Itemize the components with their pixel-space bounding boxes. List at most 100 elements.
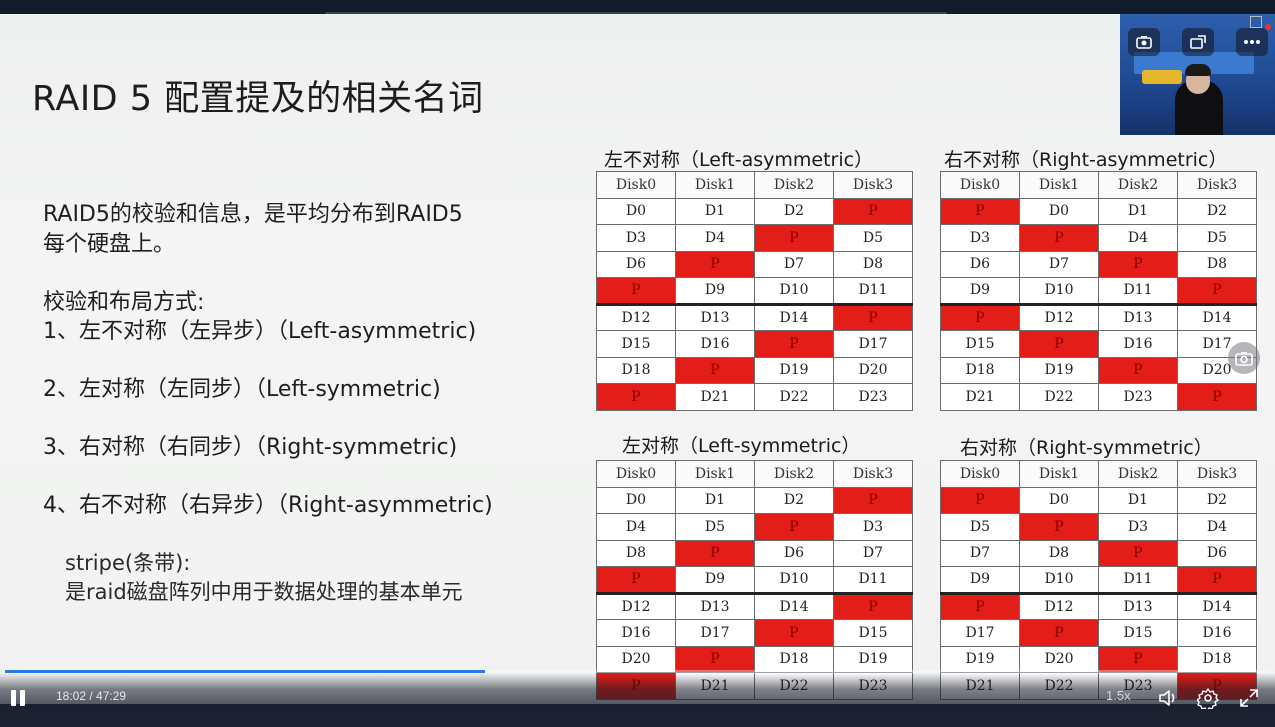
- stripe-description: 是raid磁盘阵列中用于数据处理的基本单元: [65, 580, 463, 604]
- disk-header: Disk0: [596, 460, 676, 488]
- disk-header: Disk2: [1098, 171, 1178, 199]
- data-block-cell: D14: [754, 302, 834, 331]
- disk-header: Disk2: [754, 171, 834, 199]
- data-block-cell: D11: [1098, 277, 1178, 305]
- raid-table-left-symmetric: Disk0 Disk1 Disk2 Disk3 D0 D1 D2 P D4 D5 P D3 D8 P D6 D…: [596, 460, 913, 700]
- data-block-cell: D16: [1098, 330, 1178, 358]
- data-block-cell: D14: [1177, 591, 1257, 620]
- stripe-row: D16 D17 P D15: [596, 619, 913, 647]
- data-block-cell: D9: [940, 277, 1020, 305]
- data-block-cell: D7: [754, 250, 834, 278]
- data-block-cell: D8: [1177, 250, 1257, 278]
- popout-button[interactable]: [1182, 28, 1214, 56]
- parity-cell: P: [596, 566, 676, 594]
- data-block-cell: D6: [754, 539, 834, 567]
- data-block-cell: D16: [596, 619, 676, 647]
- data-block-cell: D18: [1177, 645, 1257, 673]
- parity-cell: P: [596, 383, 676, 411]
- parity-cell: P: [675, 539, 755, 567]
- table-title-right-symmetric: 右对称（Right-symmetric）: [960, 437, 1213, 459]
- settings-button[interactable]: [1196, 687, 1219, 712]
- disk-header: Disk2: [754, 460, 834, 488]
- data-block-cell: D0: [1019, 197, 1099, 225]
- webcam-restore-handle[interactable]: [1250, 16, 1262, 28]
- data-block-cell: D7: [833, 539, 913, 567]
- parity-cell: P: [1177, 277, 1257, 305]
- data-block-cell: D7: [1019, 250, 1099, 278]
- table-title-right-asymmetric: 右不对称（Right-asymmetric）: [944, 149, 1228, 171]
- stripe-row: D6 D7 P D8: [940, 250, 1257, 278]
- data-block-cell: D14: [754, 591, 834, 620]
- stripe-row: D4 D5 P D3: [596, 513, 913, 541]
- data-block-cell: D10: [754, 566, 834, 594]
- camera-switch-button[interactable]: [1128, 28, 1160, 56]
- data-block-cell: D8: [596, 539, 676, 567]
- stripe-row: D18 P D19 D20: [596, 356, 913, 384]
- stripe-row: D19 D20 P D18: [940, 645, 1257, 673]
- webcam-background-logo: [1142, 70, 1182, 84]
- stripe-row: D12 D13 D14 P: [596, 302, 913, 331]
- data-block-cell: D19: [940, 645, 1020, 673]
- data-block-cell: D8: [833, 250, 913, 278]
- parity-cell: P: [833, 486, 913, 514]
- data-block-cell: D13: [1098, 591, 1178, 620]
- parity-cell: P: [1098, 250, 1178, 278]
- disk-header: Disk0: [940, 171, 1020, 199]
- layout-heading: 校验和布局方式:: [43, 290, 205, 315]
- gear-icon: [1196, 688, 1219, 712]
- table-header-row: Disk0 Disk1 Disk2 Disk3: [940, 460, 1257, 488]
- parity-cell: P: [940, 486, 1020, 514]
- parity-cell: P: [833, 591, 913, 620]
- data-block-cell: D23: [833, 383, 913, 411]
- volume-button[interactable]: [1157, 687, 1179, 709]
- parity-cell: P: [754, 330, 834, 358]
- data-block-cell: D13: [675, 591, 755, 620]
- table-header-row: Disk0 Disk1 Disk2 Disk3: [596, 460, 913, 488]
- data-block-cell: D10: [1019, 566, 1099, 594]
- data-block-cell: D0: [596, 197, 676, 225]
- disk-header: Disk0: [596, 171, 676, 199]
- parity-cell: P: [833, 197, 913, 225]
- intro-line-2: 每个硬盘上。: [43, 232, 176, 257]
- data-block-cell: D20: [833, 356, 913, 384]
- pause-button[interactable]: [10, 690, 28, 708]
- data-block-cell: D2: [1177, 486, 1257, 514]
- data-block-cell: D16: [675, 330, 755, 358]
- data-block-cell: D0: [596, 486, 676, 514]
- data-block-cell: D16: [1177, 619, 1257, 647]
- data-block-cell: D4: [596, 513, 676, 541]
- method-2: 2、左对称（左同步）（Left-symmetric): [43, 377, 441, 402]
- parity-cell: P: [1019, 513, 1099, 541]
- data-block-cell: D5: [833, 224, 913, 252]
- data-block-cell: D17: [940, 619, 1020, 647]
- stripe-row: D3 D4 P D5: [596, 224, 913, 252]
- raid-table-right-asymmetric: Disk0 Disk1 Disk2 Disk3 P D0 D1 D2 D3 P D4 D5 D6 D7 P D…: [940, 171, 1257, 411]
- parity-cell: P: [1177, 383, 1257, 411]
- screenshot-button[interactable]: [1228, 342, 1260, 374]
- table-header-row: Disk0 Disk1 Disk2 Disk3: [596, 171, 913, 199]
- parity-cell: P: [675, 645, 755, 673]
- presenter-hair: [1185, 64, 1211, 76]
- data-block-cell: D17: [833, 330, 913, 358]
- stripe-row: P D9 D10 D11: [596, 566, 913, 594]
- data-block-cell: D4: [1098, 224, 1178, 252]
- data-block-cell: D18: [596, 356, 676, 384]
- stripe-row: D9 D10 D11 P: [940, 566, 1257, 594]
- stripe-row: P D0 D1 D2: [940, 197, 1257, 225]
- data-block-cell: D5: [940, 513, 1020, 541]
- stripe-row: D3 P D4 D5: [940, 224, 1257, 252]
- stripe-row: D17 P D15 D16: [940, 619, 1257, 647]
- data-block-cell: D17: [675, 619, 755, 647]
- data-block-cell: D1: [1098, 197, 1178, 225]
- data-block-cell: D6: [596, 250, 676, 278]
- playback-speed-button[interactable]: 1.5x: [1106, 688, 1131, 703]
- stripe-row: D20 P D18 D19: [596, 645, 913, 673]
- parity-cell: P: [1019, 330, 1099, 358]
- data-block-cell: D6: [1177, 539, 1257, 567]
- data-block-cell: D3: [1098, 513, 1178, 541]
- slide-title: RAID 5 配置提及的相关名词: [32, 79, 484, 119]
- method-4: 4、右不对称（右异步）（Right-asymmetric): [43, 493, 493, 518]
- more-button[interactable]: [1236, 28, 1268, 56]
- pause-icon-bar: [20, 690, 25, 706]
- fullscreen-button[interactable]: [1238, 687, 1260, 709]
